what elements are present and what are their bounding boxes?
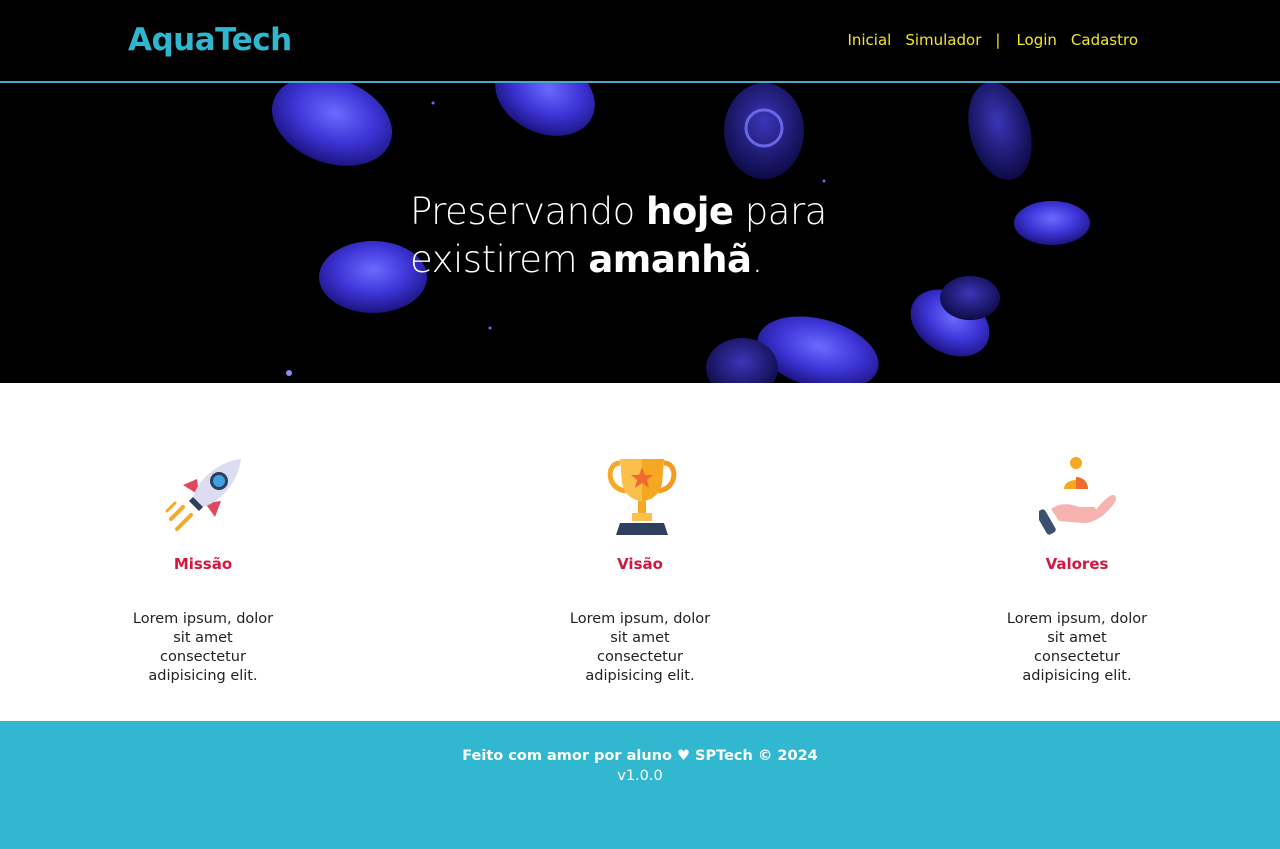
site-footer: Feito com amor por aluno ♥ SPTech © 2024… [0,721,1280,849]
rocket-icon [165,455,245,535]
main-nav: Inicial Simulador | Login Cadastro [833,31,1138,49]
feature-title: Valores [1045,555,1109,573]
nav-separator: | [995,31,1001,49]
hand-person-icon [1036,455,1119,535]
nav-link-cadastro[interactable]: Cadastro [1071,31,1138,49]
logo[interactable]: AquaTech [128,22,292,58]
feature-title: Visão [617,555,663,573]
feature-title: Missão [173,555,233,573]
footer-credit: Feito com amor por aluno ♥ SPTech © 2024 [462,748,818,764]
hero-line-1: Preservando hoje para [410,190,827,233]
hero-headline: Preservando hoje para existirem amanhã. [410,188,870,284]
nav-link-login[interactable]: Login [1016,31,1056,49]
hero-banner: Preservando hoje para existirem amanhã. [0,83,1280,383]
trophy-icon [602,455,682,535]
footer-version: v1.0.0 [617,768,663,784]
hero-line-2: existirem amanhã. [410,238,763,281]
feature-description: Lorem ipsum, dolor sit amet consectetur … [132,611,274,684]
site-header: AquaTech Inicial Simulador | Login Cadas… [0,0,1280,83]
nav-link-simulador[interactable]: Simulador [905,31,981,49]
feature-description: Lorem ipsum, dolor sit amet consectetur … [1006,611,1148,684]
features-section: Missão Lorem ipsum, dolor sit amet conse… [0,383,1280,721]
nav-link-inicial[interactable]: Inicial [847,31,891,49]
feature-description: Lorem ipsum, dolor sit amet consectetur … [569,611,711,684]
